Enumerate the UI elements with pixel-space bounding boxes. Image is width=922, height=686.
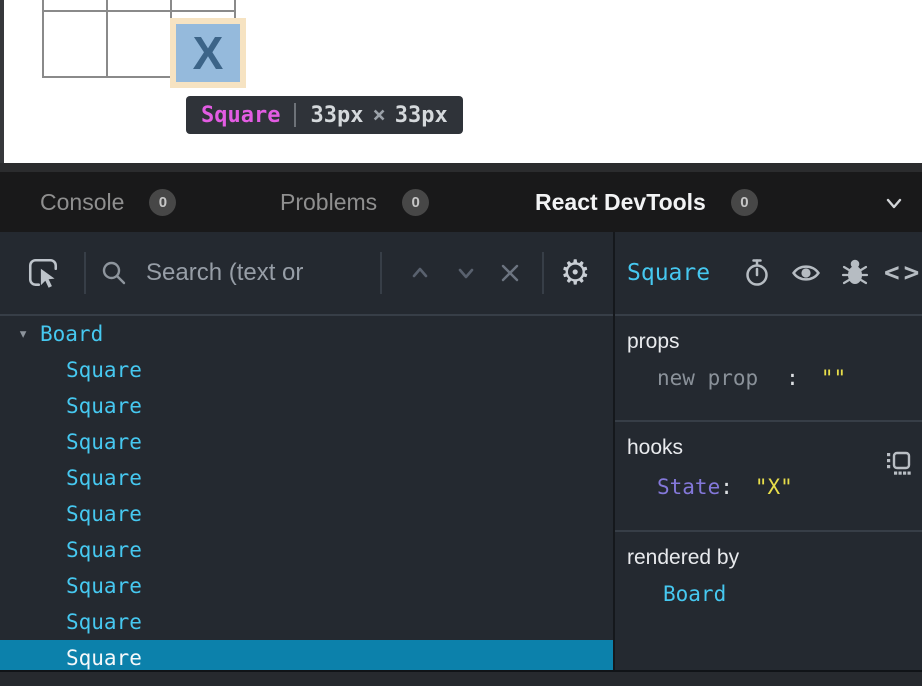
tooltip-divider bbox=[294, 103, 296, 127]
new-prop-value[interactable]: "" bbox=[821, 366, 846, 390]
hook-colon: : bbox=[720, 475, 733, 499]
tree-row-label: Square bbox=[66, 646, 142, 670]
rendered-by-title: rendered by bbox=[627, 546, 922, 570]
grid-cell[interactable] bbox=[108, 0, 172, 12]
grid-cell[interactable] bbox=[172, 0, 236, 12]
react-devtools-panel: ⚙ Square bbox=[0, 232, 922, 670]
tree-row-label: Square bbox=[66, 610, 142, 634]
tree-row-label: Square bbox=[66, 538, 142, 562]
toolbar-divider bbox=[380, 252, 382, 294]
devtools-toolbar: ⚙ Square bbox=[0, 232, 922, 316]
twisty-expanded-icon[interactable]: ▾ bbox=[18, 324, 40, 344]
bug-icon[interactable] bbox=[840, 232, 870, 314]
tree-row-label: Square bbox=[66, 394, 142, 418]
tree-row-label: Board bbox=[40, 322, 103, 346]
state-hook-value[interactable]: "X" bbox=[755, 475, 793, 499]
inspect-element-button[interactable] bbox=[26, 232, 60, 314]
tooltip-height: 33px bbox=[395, 103, 448, 128]
tree-row[interactable]: Square bbox=[0, 496, 613, 532]
inspect-highlight-padding: X bbox=[170, 18, 246, 88]
chip-icon[interactable] bbox=[884, 450, 912, 476]
tree-row[interactable]: ▾ Board bbox=[0, 316, 613, 352]
settings-button[interactable]: ⚙ bbox=[560, 232, 590, 314]
page-devtools-separator bbox=[0, 163, 922, 172]
tree-row-label: Square bbox=[66, 466, 142, 490]
tree-row[interactable]: Square bbox=[0, 568, 613, 604]
next-result-button[interactable] bbox=[452, 232, 480, 314]
tree-row[interactable]: Square bbox=[0, 460, 613, 496]
tree-row[interactable]: Square bbox=[0, 532, 613, 568]
clear-search-button[interactable] bbox=[496, 232, 524, 314]
search-icon bbox=[100, 232, 128, 314]
tab-react-devtools[interactable]: React DevTools 0 bbox=[535, 172, 758, 232]
props-section-title: props bbox=[627, 330, 922, 354]
tree-row-label: Square bbox=[66, 574, 142, 598]
page-left-edge bbox=[0, 0, 4, 163]
prop-colon: : bbox=[786, 366, 799, 390]
previous-result-button[interactable] bbox=[406, 232, 434, 314]
component-tree: ▾ Board Square Square Square Square Squa… bbox=[0, 316, 613, 670]
stopwatch-icon[interactable] bbox=[742, 232, 772, 314]
square-cell-value: X bbox=[193, 30, 224, 76]
inspect-tooltip: Square 33px × 33px bbox=[186, 96, 463, 134]
tab-label: Console bbox=[40, 189, 124, 216]
tab-console[interactable]: Console 0 bbox=[40, 172, 176, 232]
grid-cell[interactable] bbox=[44, 12, 108, 78]
tree-row-label: Square bbox=[66, 502, 142, 526]
selected-component-name: Square bbox=[627, 232, 710, 314]
chevron-down-icon[interactable] bbox=[880, 189, 908, 217]
renderer-link[interactable]: Board bbox=[615, 582, 922, 606]
tab-badge: 0 bbox=[731, 189, 758, 216]
tab-label: React DevTools bbox=[535, 189, 706, 216]
page-area: X Square 33px × 33px bbox=[0, 0, 922, 163]
tooltip-times: × bbox=[372, 103, 385, 128]
tree-row-label: Square bbox=[66, 358, 142, 382]
tree-row[interactable]: Square bbox=[0, 640, 613, 670]
hooks-section-title: hooks bbox=[627, 436, 922, 460]
state-hook-key: State bbox=[657, 475, 720, 499]
new-prop-field[interactable]: new prop bbox=[657, 366, 758, 390]
hooks-section: hooks State : "X" bbox=[615, 436, 922, 532]
toolbar-divider bbox=[84, 252, 86, 294]
drawer-tab-bar: Console 0 Problems 0 React DevTools 0 bbox=[0, 172, 922, 232]
grid-cell[interactable] bbox=[108, 12, 172, 78]
props-section: props new prop : "" bbox=[615, 330, 922, 422]
tree-row[interactable]: Square bbox=[0, 388, 613, 424]
tree-row[interactable]: Square bbox=[0, 352, 613, 388]
tab-badge: 0 bbox=[402, 189, 429, 216]
tree-row[interactable]: Square bbox=[0, 424, 613, 460]
rendered-by-section: rendered by Board bbox=[615, 546, 922, 606]
tree-row[interactable]: Square bbox=[0, 604, 613, 640]
tooltip-width: 33px bbox=[310, 103, 363, 128]
grid-cell[interactable] bbox=[44, 0, 108, 12]
devtools-screen: X Square 33px × 33px Console 0 Problems … bbox=[0, 0, 922, 686]
tab-badge: 0 bbox=[149, 189, 176, 216]
bottom-strip bbox=[0, 670, 922, 686]
tree-row-label: Square bbox=[66, 430, 142, 454]
search-input[interactable] bbox=[146, 259, 374, 287]
component-inspector: props new prop : "" hooks bbox=[615, 316, 922, 670]
tab-problems[interactable]: Problems 0 bbox=[280, 172, 429, 232]
tooltip-component-name: Square bbox=[201, 103, 280, 128]
toolbar-divider bbox=[542, 252, 544, 294]
gear-icon: ⚙ bbox=[560, 256, 590, 290]
code-brackets-icon[interactable]: <> bbox=[884, 232, 922, 314]
eye-icon[interactable] bbox=[790, 232, 822, 314]
inspect-highlight-content: X bbox=[176, 24, 240, 82]
tab-label: Problems bbox=[280, 189, 377, 216]
